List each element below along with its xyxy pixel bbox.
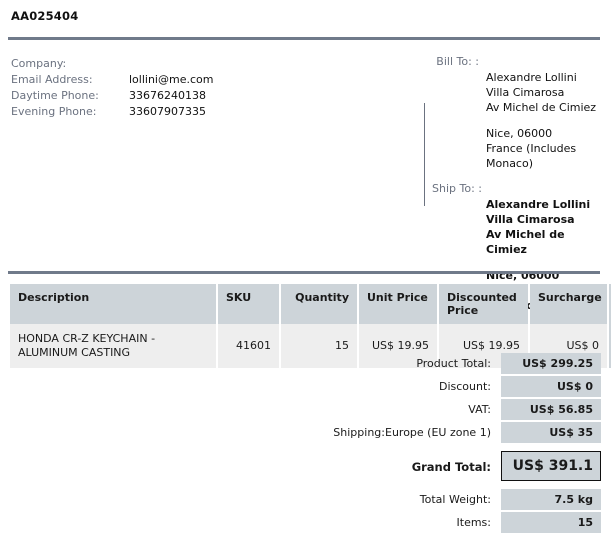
- evening-phone-label: Evening Phone:: [11, 105, 97, 118]
- bill-to-block: Bill To: : Alexandre Lollini Villa Cimar…: [432, 54, 607, 171]
- totals-table: Product Total: US$ 299.25 Discount: US$ …: [8, 351, 603, 535]
- ship-to-heading: Ship To: :: [432, 182, 482, 195]
- header-discounted-price: Discounted Price: [439, 284, 528, 324]
- bill-to-heading: Bill To: :: [436, 55, 479, 68]
- total-weight-label: Total Weight:: [419, 493, 491, 506]
- bill-to-line-1: Alexandre Lollini: [486, 71, 577, 84]
- customer-row-company: Company:: [11, 56, 341, 72]
- discount-label: Discount:: [439, 380, 491, 393]
- vat-label: VAT:: [468, 403, 491, 416]
- header-divider: [8, 37, 600, 40]
- bill-to-gap: [486, 115, 607, 126]
- email-label: Email Address:: [11, 73, 93, 86]
- items-count-label: Items:: [456, 516, 491, 529]
- bill-to-line-6: Monaco): [486, 157, 534, 170]
- totals-row-grand-total: Grand Total: US$ 391.1: [10, 451, 601, 481]
- address-block: Bill To: : Alexandre Lollini Villa Cimar…: [432, 54, 607, 313]
- totals-row-total-weight: Total Weight: 7.5 kg: [10, 489, 601, 510]
- order-number: AA025404: [11, 9, 79, 23]
- totals-row-shipping: Shipping:Europe (EU zone 1) US$ 35: [10, 422, 601, 443]
- totals-row-product-total: Product Total: US$ 299.25: [10, 353, 601, 374]
- items-table-header-row: Description SKU Quantity Unit Price Disc…: [10, 284, 611, 324]
- header-surcharge: Surcharge: [530, 284, 607, 324]
- header-sku: SKU: [218, 284, 279, 324]
- customer-row-email: Email Address: lollini@me.com: [11, 72, 341, 88]
- email-value: lollini@me.com: [129, 73, 214, 86]
- bill-to-lines: Alexandre Lollini Villa Cimarosa Av Mich…: [432, 70, 607, 171]
- grand-total-value: US$ 391.1: [501, 451, 601, 481]
- bill-to-line-2: Villa Cimarosa: [486, 86, 565, 99]
- grand-total-label: Grand Total:: [411, 460, 491, 474]
- customer-details: Company: Email Address: lollini@me.com D…: [11, 56, 341, 120]
- totals-row-items: Items: 15: [10, 512, 601, 533]
- header-description: Description: [10, 284, 216, 324]
- product-total-label: Product Total:: [416, 357, 491, 370]
- items-count-value: 15: [501, 512, 601, 533]
- shipping-label: Shipping:Europe (EU zone 1): [333, 426, 491, 439]
- totals-spacer: [10, 445, 601, 449]
- daytime-phone-label: Daytime Phone:: [11, 89, 99, 102]
- customer-row-evening-phone: Evening Phone: 33607907335: [11, 104, 341, 120]
- total-weight-value: 7.5 kg: [501, 489, 601, 510]
- customer-row-daytime-phone: Daytime Phone: 33676240138: [11, 88, 341, 104]
- address-vertical-divider: [424, 103, 425, 206]
- ship-to-gap: [486, 257, 607, 268]
- discount-value: US$ 0: [501, 376, 601, 397]
- totals-spacer-2: [10, 483, 601, 487]
- totals-row-vat: VAT: US$ 56.85: [10, 399, 601, 420]
- shipping-value: US$ 35: [501, 422, 601, 443]
- ship-to-line-1: Alexandre Lollini: [486, 198, 591, 211]
- bill-to-line-5: France (Includes: [486, 142, 577, 155]
- totals-row-discount: Discount: US$ 0: [10, 376, 601, 397]
- bill-to-line-4: Nice, 06000: [486, 127, 553, 140]
- evening-phone-value: 33607907335: [129, 105, 206, 118]
- bill-to-line-3: Av Michel de Cimiez: [486, 101, 597, 114]
- header-quantity: Quantity: [281, 284, 357, 324]
- ship-to-line-2: Villa Cimarosa: [486, 213, 575, 226]
- product-total-value: US$ 299.25: [501, 353, 601, 374]
- company-label: Company:: [11, 57, 67, 70]
- daytime-phone-value: 33676240138: [129, 89, 206, 102]
- vat-value: US$ 56.85: [501, 399, 601, 420]
- items-table-divider: [8, 271, 600, 274]
- header-unit-price: Unit Price: [359, 284, 437, 324]
- ship-to-line-3: Av Michel de Cimiez: [486, 228, 565, 256]
